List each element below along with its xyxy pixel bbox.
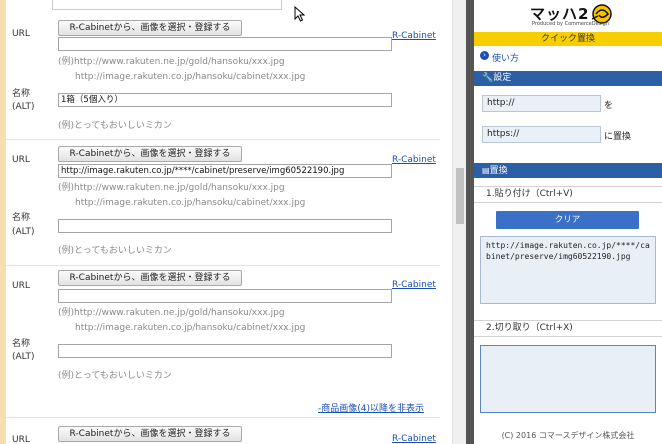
example-url-1: (例)http://www.rakuten.ne.jp/gold/hansoku… [58,57,285,67]
panel-divider [466,0,474,444]
url-label: URL [12,29,30,39]
alt-label-line1: 名称 [12,339,31,349]
replace-header: ▤置換 [474,163,662,178]
output-textarea[interactable] [480,345,656,413]
quick-replace-title: クイック置換 [474,32,662,46]
page-scrollbar[interactable] [452,0,466,444]
mouse-cursor-icon [294,6,306,22]
image-url-input[interactable] [58,289,392,303]
wrench-icon: 🔧 [482,73,494,83]
logo-subtitle: Produced by CommerceDesign [532,21,609,27]
scrollbar-thumb[interactable] [456,168,464,224]
rcabinet-select-button[interactable]: R-Cabinetから、画像を選択・登録する [58,20,242,36]
previous-textarea-bottom[interactable] [52,0,282,10]
example-alt: (例)とってもおいしいミカン [58,246,172,256]
find-suffix: を [604,101,614,111]
image-block-3: URL R-Cabinetから、画像を選択・登録する R-Cabinet (例)… [6,266,440,417]
image-block-1: URL R-Cabinetから、画像を選択・登録する R-Cabinet (例)… [6,14,440,140]
rcabinet-link[interactable]: R-Cabinet [392,155,436,165]
example-alt: (例)とってもおいしいミカン [58,371,172,381]
copyright-footer: (C) 2016 コマースデザイン株式会社 [501,431,635,440]
image-url-input[interactable]: http://image.rakuten.co.jp/****/cabinet/… [58,164,392,178]
howto-link[interactable]: 使い方 [492,51,519,64]
alt-label-line1: 名称 [12,213,31,223]
alt-label-line1: 名称 [12,89,31,99]
image-url-input[interactable] [58,37,392,51]
replace-suffix: に置換 [604,132,632,142]
image-form-panel: URL R-Cabinetから、画像を選択・登録する R-Cabinet (例)… [0,0,448,444]
url-label: URL [12,435,30,444]
url-label: URL [12,281,30,291]
example-url-2: http://image.rakuten.co.jp/hansoku/cabin… [75,323,306,333]
document-icon: ▤ [482,166,490,175]
alt-label-line2: (ALT) [12,227,35,237]
quick-replace-panel: マッハ2 Produced by CommerceDesign クイック置換 ›… [474,0,662,444]
hide-images-link[interactable]: -商品画像(4)以降を非表示 [318,401,424,414]
example-url-1: (例)http://www.rakuten.ne.jp/gold/hansoku… [58,183,285,193]
step-cut-label: 2.切り取り（Ctrl+X) [474,320,662,337]
image-alt-input[interactable]: 1箱（5個入り） [58,93,392,107]
clear-button[interactable]: クリア [496,211,639,229]
step-paste-label: 1.貼り付け（Ctrl+V) [474,186,662,203]
image-block-4: URL R-Cabinetから、画像を選択・登録する R-Cabinet [6,417,440,444]
settings-header: 🔧設定 [474,71,662,86]
rcabinet-link[interactable]: R-Cabinet [392,280,436,290]
replace-title: 置換 [489,166,508,176]
rcabinet-link[interactable]: R-Cabinet [392,31,436,41]
logo-area: マッハ2 Produced by CommerceDesign [474,0,662,32]
replace-input[interactable]: https:// [482,126,601,143]
example-url-2: http://image.rakuten.co.jp/hansoku/cabin… [75,198,306,208]
chevron-right-icon: › [480,51,489,60]
example-url-1: (例)http://www.rakuten.ne.jp/gold/hansoku… [58,308,285,318]
find-input[interactable]: http:// [482,95,601,112]
alt-label-line2: (ALT) [12,102,35,112]
rcabinet-select-button[interactable]: R-Cabinetから、画像を選択・登録する [58,426,242,442]
settings-title: 設定 [493,73,512,83]
rcabinet-select-button[interactable]: R-Cabinetから、画像を選択・登録する [58,270,242,286]
alt-label-line2: (ALT) [12,352,35,362]
example-url-2: http://image.rakuten.co.jp/hansoku/cabin… [75,72,306,82]
url-label: URL [12,155,30,165]
image-block-2: URL R-Cabinetから、画像を選択・登録する R-Cabinet htt… [6,140,440,266]
image-alt-input[interactable] [58,219,392,233]
rcabinet-select-button[interactable]: R-Cabinetから、画像を選択・登録する [58,146,242,162]
image-alt-input[interactable] [58,344,392,358]
rcabinet-link[interactable]: R-Cabinet [392,434,436,444]
paste-textarea[interactable]: http://image.rakuten.co.jp/****/cabinet/… [480,236,656,304]
example-alt: (例)とってもおいしいミカン [58,121,172,131]
